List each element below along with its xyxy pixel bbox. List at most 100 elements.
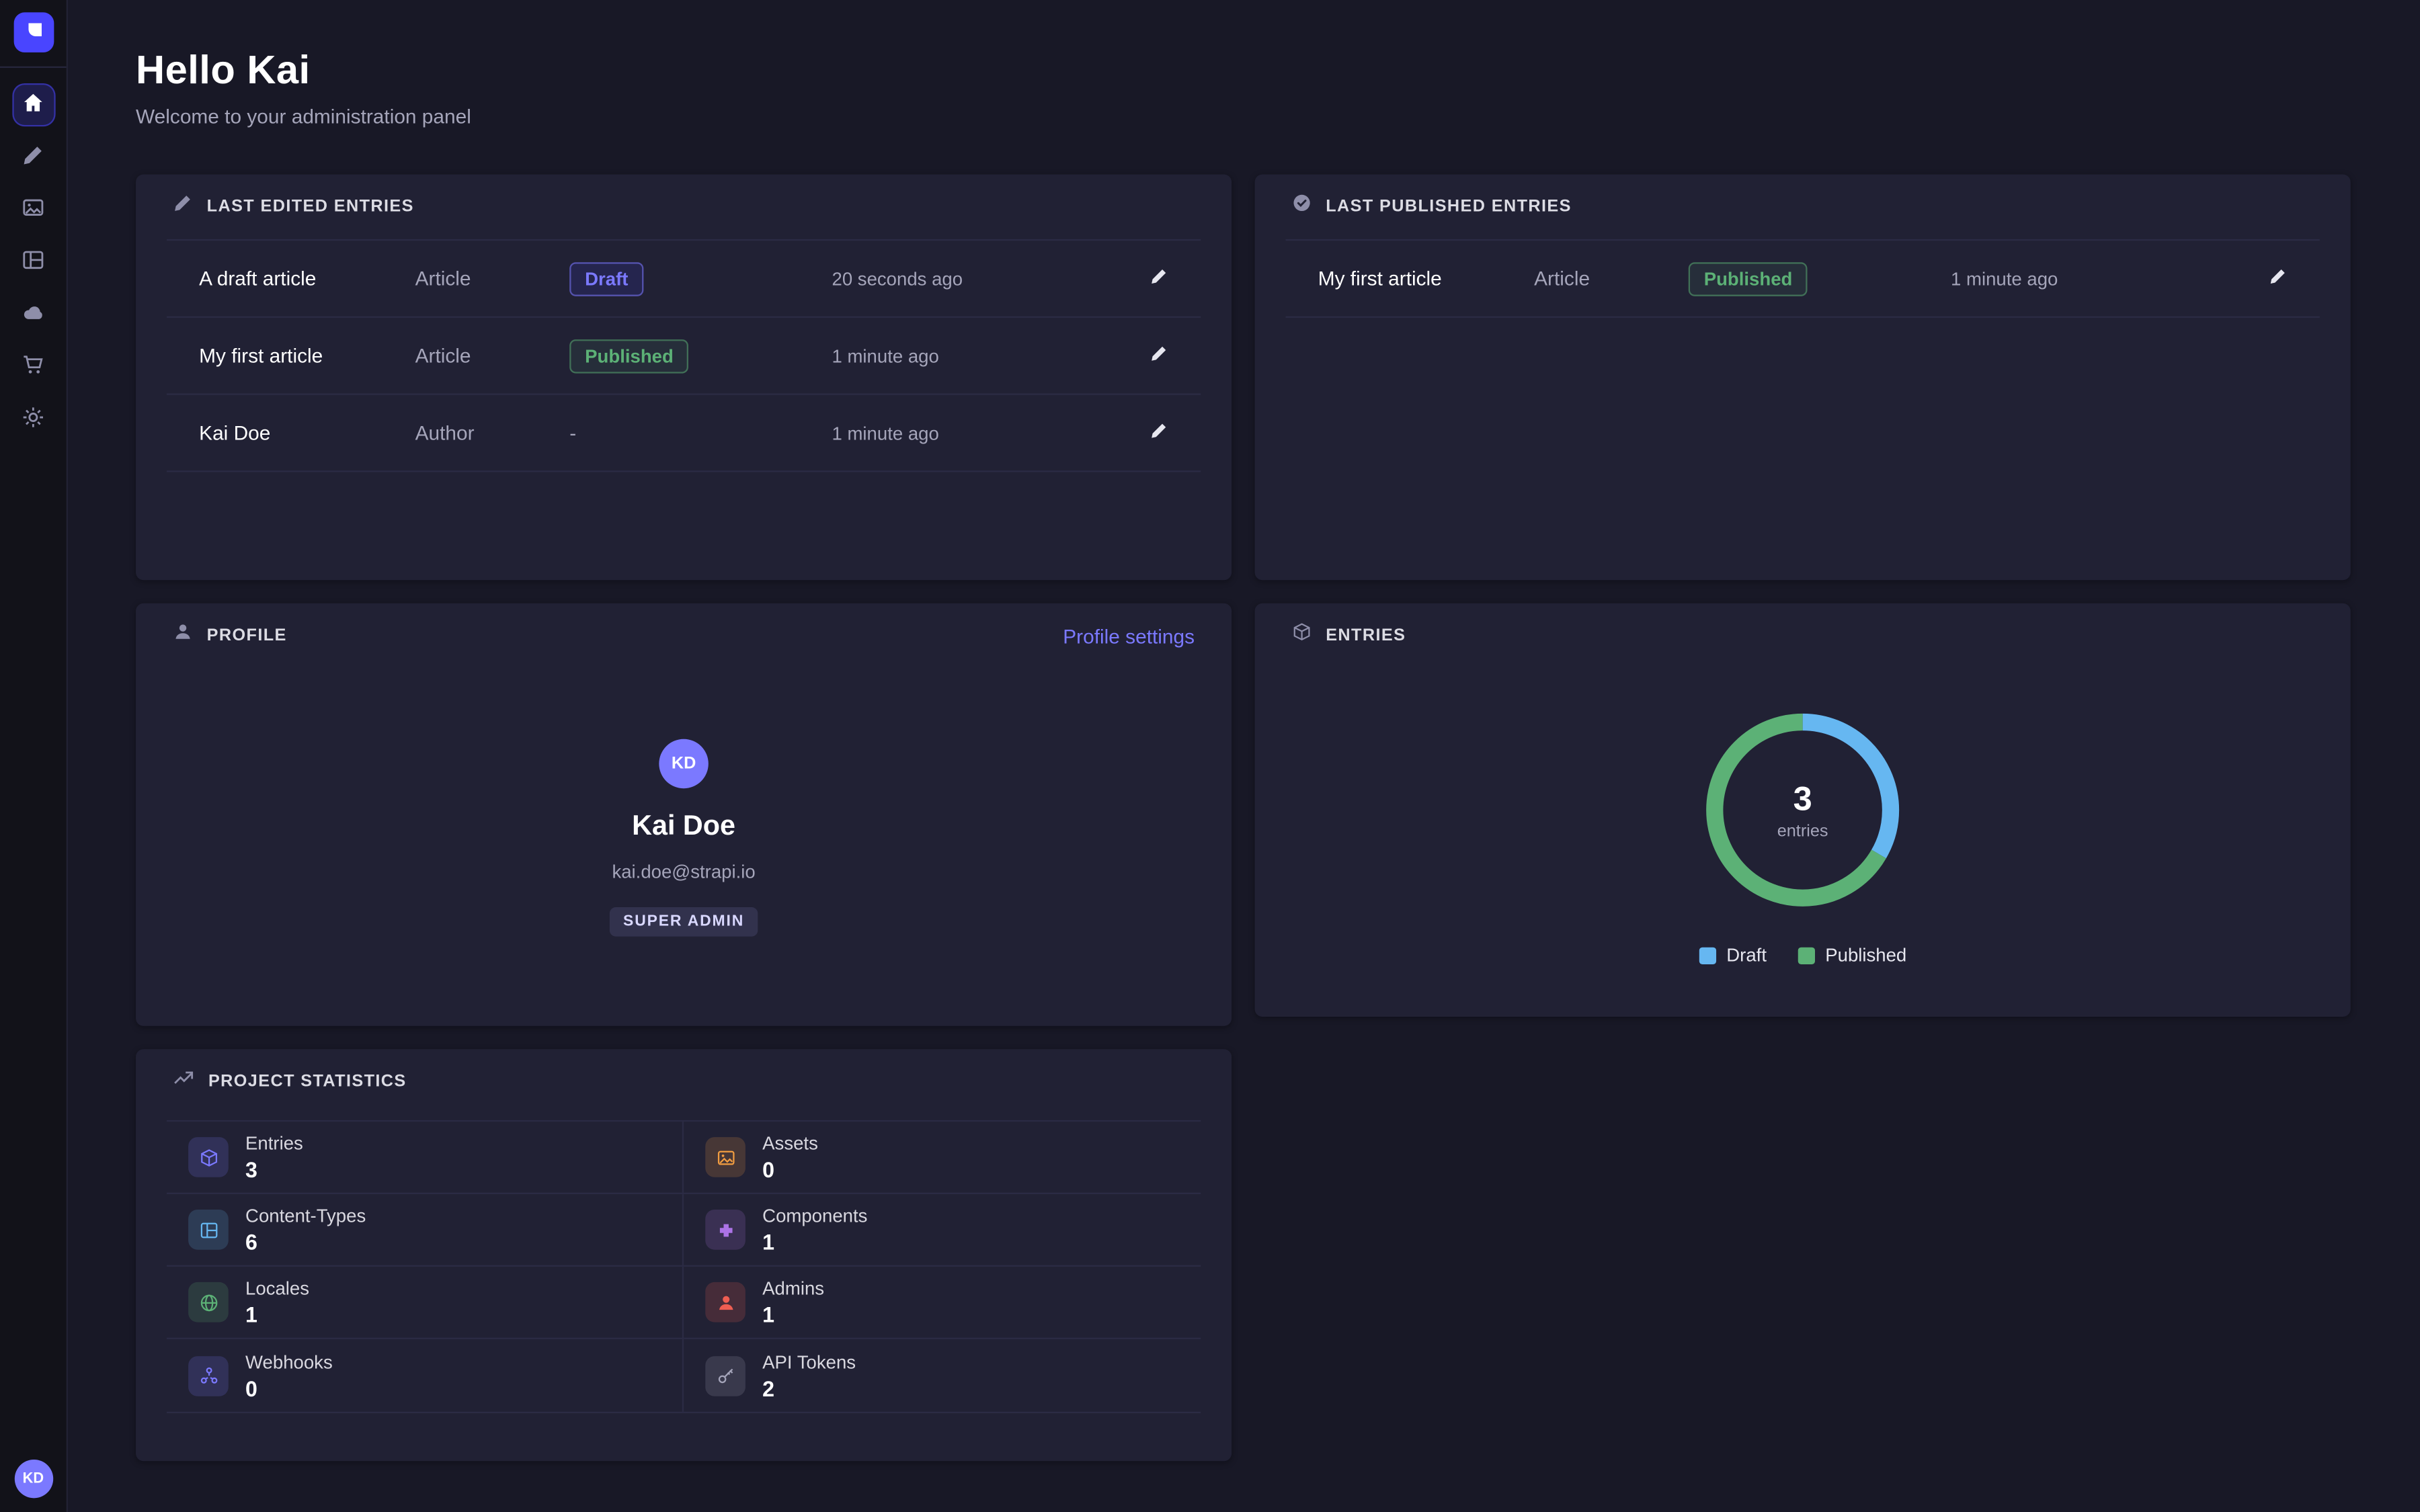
- cloud-icon: [22, 301, 44, 329]
- card-title: PROJECT STATISTICS: [208, 1073, 407, 1091]
- project-statistics-header: PROJECT STATISTICS: [136, 1049, 1232, 1114]
- last-published-table: My first article Article Published 1 min…: [1285, 239, 2319, 318]
- entry-kind: Author: [415, 421, 570, 444]
- status-empty: -: [569, 421, 832, 444]
- entries-count-label: entries: [1777, 823, 1828, 841]
- stat-label: Locales: [245, 1277, 309, 1299]
- stat-entries: Entries 3: [167, 1122, 684, 1194]
- assets-icon: [705, 1137, 745, 1177]
- profile-body: KD Kai Doe kai.doe@strapi.io SUPER ADMIN: [136, 668, 1232, 936]
- sidebar-item-content-manager[interactable]: [11, 136, 54, 179]
- strapi-logo-icon: [21, 17, 46, 47]
- last-edited-entries-card: LAST EDITED ENTRIES A draft article Arti…: [136, 174, 1232, 580]
- last-published-entries-card: LAST PUBLISHED ENTRIES My first article …: [1255, 174, 2351, 580]
- legend-label: Published: [1825, 944, 1906, 966]
- legend-label: Draft: [1726, 944, 1767, 966]
- project-statistics-card: PROJECT STATISTICS Entries 3: [136, 1049, 1232, 1461]
- donut-center: 3 entries: [1702, 710, 1902, 910]
- entry-time: 1 minute ago: [1951, 267, 2258, 289]
- pencil-icon: [1150, 421, 1168, 444]
- sidebar-item-marketplace[interactable]: [11, 345, 54, 388]
- card-title: LAST PUBLISHED ENTRIES: [1326, 198, 1572, 216]
- stat-api-tokens: API Tokens 2: [684, 1339, 1201, 1412]
- person-icon: [173, 622, 193, 649]
- entry-time: 1 minute ago: [832, 422, 1139, 444]
- sidebar-item-content-type-builder[interactable]: [11, 241, 54, 284]
- stat-value: 2: [762, 1376, 856, 1400]
- stat-content-types: Content-Types 6: [167, 1194, 684, 1267]
- strapi-logo[interactable]: [13, 12, 54, 52]
- stat-value: 0: [245, 1376, 333, 1400]
- card-title: PROFILE: [207, 626, 287, 645]
- sidebar: KD: [0, 0, 68, 1512]
- stat-value: 1: [762, 1230, 867, 1255]
- edit-entry-button[interactable]: [1139, 413, 1179, 453]
- role-badge: SUPER ADMIN: [609, 907, 758, 937]
- entries-count: 3: [1793, 779, 1812, 819]
- layout-icon: [22, 249, 44, 276]
- edit-entry-button[interactable]: [1139, 335, 1179, 376]
- pencil-icon: [173, 193, 193, 220]
- last-edited-header: LAST EDITED ENTRIES: [136, 174, 1232, 239]
- admins-icon: [705, 1282, 745, 1322]
- entry-kind: Article: [415, 344, 570, 367]
- avatar: KD: [659, 739, 708, 788]
- stat-label: Components: [762, 1205, 867, 1226]
- cart-icon: [22, 353, 44, 381]
- entry-name: A draft article: [199, 267, 415, 290]
- draft-swatch: [1699, 947, 1716, 964]
- check-circle-icon: [1292, 193, 1312, 220]
- sidebar-item-settings[interactable]: [11, 398, 54, 441]
- webhooks-icon: [188, 1355, 229, 1396]
- stat-assets: Assets 0: [684, 1122, 1201, 1194]
- entry-time: 20 seconds ago: [832, 267, 1139, 289]
- stat-label: Content-Types: [245, 1205, 366, 1226]
- trending-up-icon: [173, 1067, 194, 1097]
- status-badge: Published: [1689, 261, 1808, 296]
- stat-value: 6: [245, 1230, 366, 1255]
- entry-kind: Article: [415, 267, 570, 290]
- edit-entry-button[interactable]: [2258, 259, 2298, 299]
- cube-icon: [1292, 622, 1312, 649]
- sidebar-item-home[interactable]: [11, 83, 54, 126]
- stat-label: Admins: [762, 1277, 824, 1299]
- chart-legend: Draft Published: [1255, 944, 2351, 966]
- card-title: ENTRIES: [1326, 626, 1406, 645]
- strapi-admin-dashboard: KD Hello Kai Welcome to your administrat…: [0, 0, 2420, 1512]
- stat-locales: Locales 1: [167, 1267, 684, 1339]
- stat-value: 0: [762, 1157, 818, 1182]
- stat-label: API Tokens: [762, 1351, 856, 1372]
- sidebar-item-media-library[interactable]: [11, 188, 54, 231]
- status-badge: Published: [569, 339, 689, 373]
- legend-item-published: Published: [1798, 944, 1906, 966]
- pen-icon: [22, 144, 44, 171]
- logo-section: [0, 0, 67, 68]
- sidebar-item-cloud[interactable]: [11, 293, 54, 336]
- dashboard-grid: LAST EDITED ENTRIES A draft article Arti…: [136, 174, 2351, 1461]
- stat-components: Components 1: [684, 1194, 1201, 1267]
- user-avatar[interactable]: KD: [14, 1460, 52, 1498]
- locales-icon: [188, 1282, 229, 1322]
- status-badge: Draft: [569, 261, 643, 296]
- entries-donut-chart: 3 entries: [1702, 710, 1902, 910]
- sidebar-nav: [11, 83, 54, 442]
- stat-label: Assets: [762, 1132, 818, 1154]
- legend-item-draft: Draft: [1699, 944, 1767, 966]
- table-row: My first article Article Published 1 min…: [167, 318, 1201, 395]
- home-icon: [22, 91, 44, 118]
- stat-value: 1: [245, 1302, 309, 1327]
- profile-name: Kai Doe: [632, 810, 735, 842]
- profile-settings-link[interactable]: Profile settings: [1063, 624, 1195, 647]
- stat-webhooks: Webhooks 0: [167, 1339, 684, 1412]
- entries-header: ENTRIES: [1255, 603, 2351, 668]
- entries-icon: [188, 1137, 229, 1177]
- gear-icon: [22, 406, 44, 433]
- edit-entry-button[interactable]: [1139, 259, 1179, 299]
- pencil-icon: [1150, 267, 1168, 290]
- profile-email: kai.doe@strapi.io: [612, 861, 755, 882]
- last-published-header: LAST PUBLISHED ENTRIES: [1255, 174, 2351, 239]
- entry-time: 1 minute ago: [832, 345, 1139, 366]
- stat-value: 1: [762, 1302, 824, 1327]
- card-title: LAST EDITED ENTRIES: [207, 198, 414, 216]
- entry-name: Kai Doe: [199, 421, 415, 444]
